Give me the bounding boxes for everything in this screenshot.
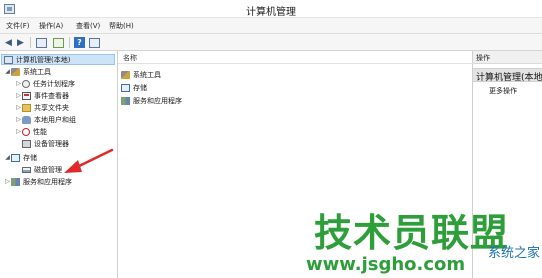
content-list: 名称 系统工具 存储 服务和应用程序 [118,51,473,278]
title-bar: 计算机管理 [0,0,542,18]
tree-item-task-scheduler[interactable]: ▷ 任务计划程序 [15,78,75,89]
menu-file[interactable]: 文件(F) [6,21,30,31]
expand-arrow-icon[interactable]: ▷ [15,116,22,123]
toolbar: ◀ ▶ ? [0,34,542,51]
tree-item-label: 存储 [23,153,37,162]
expand-arrow-icon[interactable]: ▷ [15,104,22,111]
tree-item-system-tools[interactable]: ◢ 系统工具 [4,66,51,77]
storage-icon [121,83,130,92]
collapse-arrow-icon[interactable]: ◢ [4,154,11,161]
tree-item-label: 服务和应用程序 [23,177,72,186]
list-item-label: 服务和应用程序 [133,96,182,105]
properties-icon[interactable] [88,36,101,49]
tree-item-local-users[interactable]: ▷ 本地用户和组 [15,114,76,125]
window-title: 计算机管理 [246,7,296,18]
performance-icon [22,127,30,136]
local-users-icon [22,115,31,124]
toolbar-separator [69,37,70,48]
more-actions-link[interactable]: 更多操作 [489,86,517,96]
tree-item-label: 性能 [33,127,47,136]
services-icon [11,177,20,186]
list-item[interactable]: 服务和应用程序 [121,95,182,106]
column-header-label: 名称 [123,54,137,62]
tree-item-label: 共享文件夹 [34,103,69,112]
device-manager-icon [22,139,31,148]
tree-item-shared-folders[interactable]: ▷ 共享文件夹 [15,102,69,113]
menu-action[interactable]: 操作(A) [39,21,63,31]
forward-arrow-icon[interactable]: ▶ [14,36,27,49]
tree-item-event-viewer[interactable]: ▷ 事件查看器 [15,90,69,101]
shared-folders-icon [22,103,31,112]
tree-item-disk-management[interactable]: 磁盘管理 [15,164,62,175]
show-hide-tree-icon[interactable] [35,36,48,49]
navigation-tree: 计算机管理(本地) ◢ 系统工具 ▷ 任务计划程序 ▷ 事件查看器 ▷ 共享文件… [0,51,118,278]
tree-item-label: 计算机管理(本地) [16,55,71,64]
tree-item-label: 磁盘管理 [34,165,62,174]
tree-item-label: 系统工具 [23,67,51,76]
help-icon[interactable]: ? [73,36,86,49]
actions-header: 操作 [473,51,542,64]
services-icon [121,96,130,105]
tree-item-services-apps[interactable]: ▷ 服务和应用程序 [4,176,72,187]
tree-item-label: 事件查看器 [34,91,69,100]
list-item-label: 系统工具 [133,70,161,79]
menu-bar: 文件(F) 操作(A) 查看(V) 帮助(H) [0,18,542,34]
list-item-label: 存储 [133,83,147,92]
tools-icon [121,70,130,79]
event-viewer-icon [22,91,31,100]
toolbar-separator [30,37,31,48]
storage-icon [11,153,20,162]
actions-header-label: 操作 [476,54,490,62]
tree-item-storage[interactable]: ◢ 存储 [4,152,37,163]
export-list-icon[interactable] [52,36,65,49]
collapse-arrow-icon[interactable]: ◢ [4,68,11,75]
computer-icon [4,55,13,64]
expand-arrow-icon[interactable]: ▷ [15,128,22,135]
expand-arrow-icon[interactable]: ▷ [15,80,22,87]
menu-help[interactable]: 帮助(H) [109,21,134,31]
tree-item-label: 任务计划程序 [33,79,75,88]
tree-item-label: 本地用户和组 [34,115,76,124]
expand-arrow-icon[interactable]: ▷ [15,92,22,99]
tree-item-device-manager[interactable]: 设备管理器 [15,138,69,149]
list-item[interactable]: 存储 [121,82,147,93]
list-item[interactable]: 系统工具 [121,69,161,80]
actions-section-label: 计算机管理(本地) [476,73,542,82]
expand-arrow-icon[interactable]: ▷ [4,178,11,185]
menu-view[interactable]: 查看(V) [76,21,100,31]
disk-management-icon [22,166,31,173]
actions-pane: 操作 计算机管理(本地) 更多操作 [473,51,542,278]
tools-icon [11,67,20,76]
actions-section-title[interactable]: 计算机管理(本地) [473,68,542,82]
tree-item-label: 设备管理器 [34,139,69,148]
tree-item-computer-management[interactable]: 计算机管理(本地) [1,54,115,65]
column-header-name[interactable]: 名称 [118,51,473,64]
tree-item-performance[interactable]: ▷ 性能 [15,126,47,137]
task-scheduler-icon [22,79,30,88]
